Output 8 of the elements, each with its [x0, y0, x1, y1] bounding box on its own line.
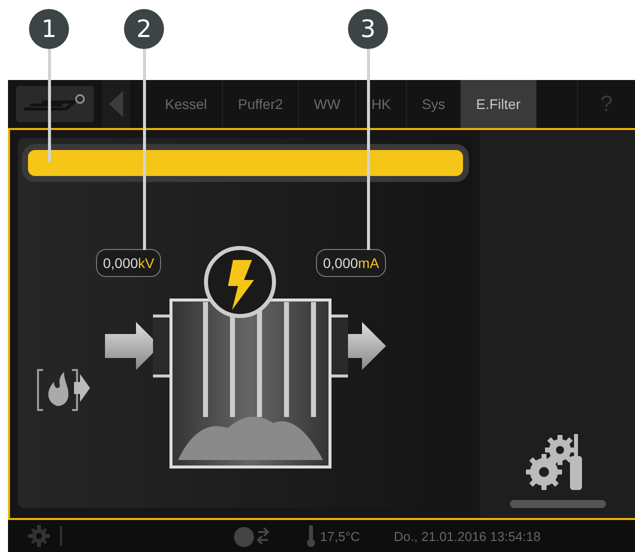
callout-number: 2: [124, 9, 164, 49]
callout-number: 3: [348, 9, 388, 49]
nav-tab[interactable]: E.Filter: [461, 80, 536, 128]
reading-value: 0,000mA: [316, 249, 386, 277]
reading-value: 0,000kV: [96, 249, 162, 277]
date-time: Do., 21.01.2016 13:54:18: [394, 528, 541, 544]
outside-temperature: 17,5°C: [320, 528, 360, 544]
callout-number: 1: [29, 9, 69, 49]
